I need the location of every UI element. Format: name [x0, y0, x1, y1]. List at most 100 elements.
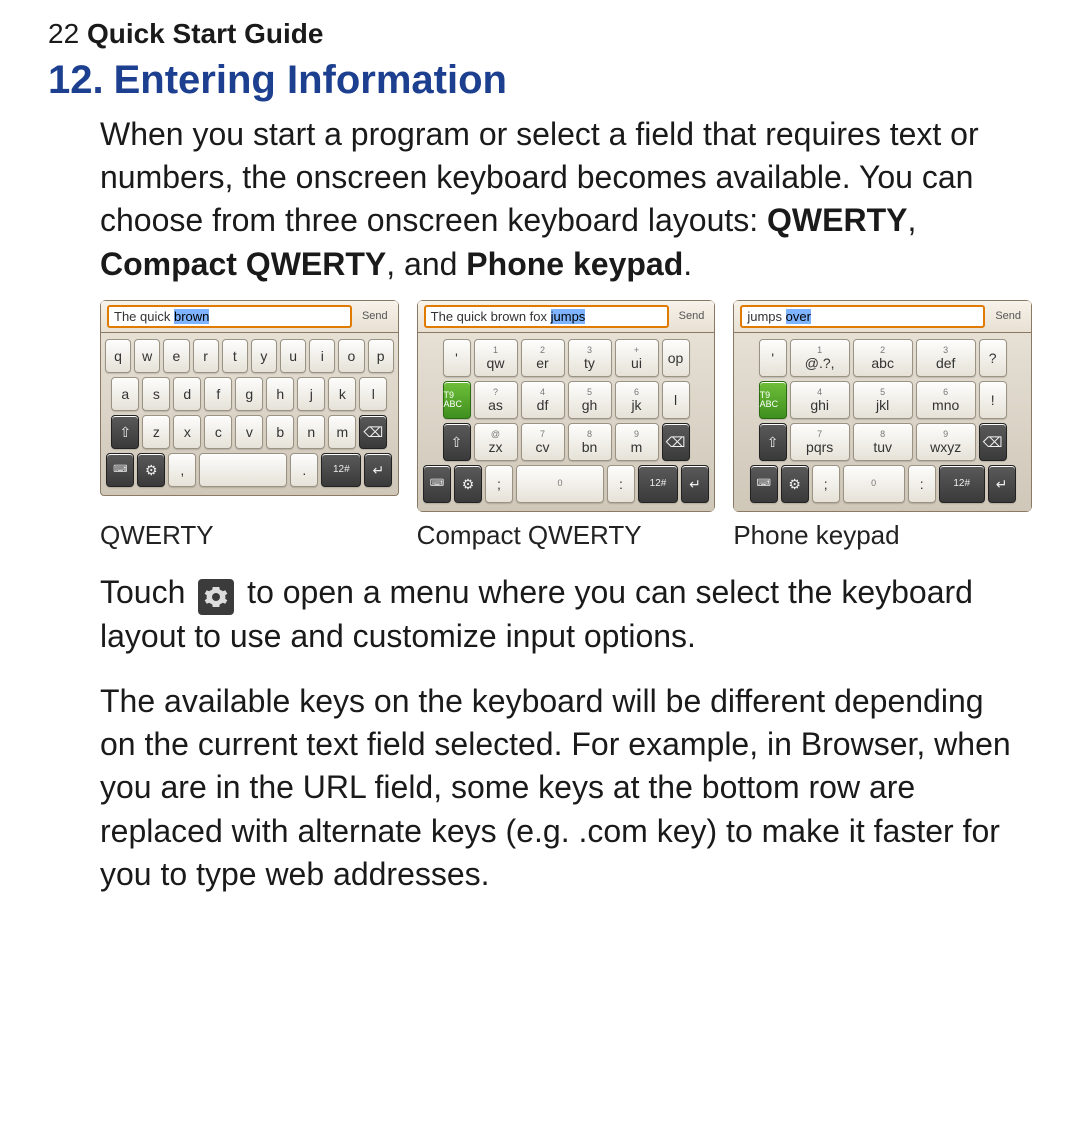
keyboard-qwerty-figure: The quick brown Send q w e r t y u i o p [100, 300, 399, 512]
keyboard-phone-figure: jumps over Send ' 1@.?, 2abc 3def ? T9 A… [733, 300, 1032, 512]
caption-qwerty: QWERTY [100, 520, 399, 551]
backspace-key[interactable]: ⌫ [662, 423, 690, 461]
running-title: Quick Start Guide [87, 18, 324, 49]
key-u[interactable]: u [280, 339, 306, 373]
key-5-jkl[interactable]: 5jkl [853, 381, 913, 419]
key-exclaim[interactable]: ! [979, 381, 1007, 419]
comma-key[interactable]: , [168, 453, 196, 487]
send-button[interactable]: Send [358, 310, 392, 322]
key-op[interactable]: op [662, 339, 690, 377]
key-d[interactable]: d [173, 377, 201, 411]
key-9-wxyz[interactable]: 9wxyz [916, 423, 976, 461]
colon-key[interactable]: : [908, 465, 936, 503]
key-bn[interactable]: 8bn [568, 423, 612, 461]
key-r[interactable]: r [193, 339, 219, 373]
key-jk[interactable]: 6jk [615, 381, 659, 419]
key-2-abc[interactable]: 2abc [853, 339, 913, 377]
key-z[interactable]: z [142, 415, 170, 449]
key-n[interactable]: n [297, 415, 325, 449]
section-number: 12. [48, 58, 104, 102]
section-heading: 12.Entering Information [48, 58, 1032, 103]
send-button[interactable]: Send [675, 310, 709, 322]
key-question[interactable]: ? [979, 339, 1007, 377]
key-ty[interactable]: 3ty [568, 339, 612, 377]
settings-key[interactable]: ⚙ [781, 465, 809, 503]
key-w[interactable]: w [134, 339, 160, 373]
key-8-tuv[interactable]: 8tuv [853, 423, 913, 461]
key-b[interactable]: b [266, 415, 294, 449]
key-gh[interactable]: 5gh [568, 381, 612, 419]
key-apostrophe[interactable]: ' [443, 339, 471, 377]
semicolon-key[interactable]: ; [812, 465, 840, 503]
key-as[interactable]: ?as [474, 381, 518, 419]
key-f[interactable]: f [204, 377, 232, 411]
key-7-pqrs[interactable]: 7pqrs [790, 423, 850, 461]
semicolon-key[interactable]: ; [485, 465, 513, 503]
keyboard-toggle-key[interactable]: ⌨ [106, 453, 134, 487]
key-3-def[interactable]: 3def [916, 339, 976, 377]
numsym-key[interactable]: 12# [638, 465, 678, 503]
key-l[interactable]: l [662, 381, 690, 419]
shift-key[interactable]: ⇧ [111, 415, 139, 449]
key-o[interactable]: o [338, 339, 364, 373]
key-c[interactable]: c [204, 415, 232, 449]
key-x[interactable]: x [173, 415, 201, 449]
enter-key[interactable]: ↵ [364, 453, 392, 487]
keyboard-toggle-key[interactable]: ⌨ [423, 465, 451, 503]
key-j[interactable]: j [297, 377, 325, 411]
key-apostrophe[interactable]: ' [759, 339, 787, 377]
numsym-key[interactable]: 12# [321, 453, 361, 487]
key-m[interactable]: m [328, 415, 356, 449]
page-number: 22 [48, 18, 79, 49]
key-t[interactable]: t [222, 339, 248, 373]
shift-key[interactable]: ⇧ [443, 423, 471, 461]
settings-key[interactable]: ⚙ [137, 453, 165, 487]
settings-key[interactable]: ⚙ [454, 465, 482, 503]
key-p[interactable]: p [368, 339, 394, 373]
qwerty-input-field[interactable]: The quick brown [107, 305, 352, 328]
key-y[interactable]: y [251, 339, 277, 373]
space-key[interactable] [199, 453, 287, 487]
enter-key[interactable]: ↵ [988, 465, 1016, 503]
keyboard-toggle-key[interactable]: ⌨ [750, 465, 778, 503]
key-e[interactable]: e [163, 339, 189, 373]
key-v[interactable]: v [235, 415, 263, 449]
key-cv[interactable]: 7cv [521, 423, 565, 461]
t9-key[interactable]: T9 ABC [759, 381, 787, 419]
key-h[interactable]: h [266, 377, 294, 411]
key-k[interactable]: k [328, 377, 356, 411]
key-4-ghi[interactable]: 4ghi [790, 381, 850, 419]
backspace-key[interactable]: ⌫ [979, 423, 1007, 461]
compact-input-field[interactable]: The quick brown fox jumps [424, 305, 669, 328]
key-m[interactable]: 9m [615, 423, 659, 461]
key-er[interactable]: 2er [521, 339, 565, 377]
colon-key[interactable]: : [607, 465, 635, 503]
period-key[interactable]: . [290, 453, 318, 487]
numsym-key[interactable]: 12# [939, 465, 985, 503]
layout-compact: Compact QWERTY [100, 246, 386, 282]
touch-paragraph: Touch to open a menu where you can selec… [100, 571, 1020, 658]
caption-phone: Phone keypad [733, 520, 1032, 551]
phone-input-field[interactable]: jumps over [740, 305, 985, 328]
key-g[interactable]: g [235, 377, 263, 411]
key-df[interactable]: 4df [521, 381, 565, 419]
key-l[interactable]: l [359, 377, 387, 411]
key-ui[interactable]: +ui [615, 339, 659, 377]
key-a[interactable]: a [111, 377, 139, 411]
key-i[interactable]: i [309, 339, 335, 373]
key-s[interactable]: s [142, 377, 170, 411]
t9-key[interactable]: T9 ABC [443, 381, 471, 419]
enter-key[interactable]: ↵ [681, 465, 709, 503]
backspace-key[interactable]: ⌫ [359, 415, 387, 449]
space-key[interactable]: 0 [843, 465, 905, 503]
send-button[interactable]: Send [991, 310, 1025, 322]
key-6-mno[interactable]: 6mno [916, 381, 976, 419]
key-qw[interactable]: 1qw [474, 339, 518, 377]
key-1[interactable]: 1@.?, [790, 339, 850, 377]
running-header: 22 Quick Start Guide [48, 18, 1032, 50]
space-key[interactable]: 0 [516, 465, 604, 503]
key-q[interactable]: q [105, 339, 131, 373]
shift-key[interactable]: ⇧ [759, 423, 787, 461]
qwerty-row-3: ⇧ z x c v b n m ⌫ [105, 415, 394, 449]
key-zx[interactable]: @zx [474, 423, 518, 461]
